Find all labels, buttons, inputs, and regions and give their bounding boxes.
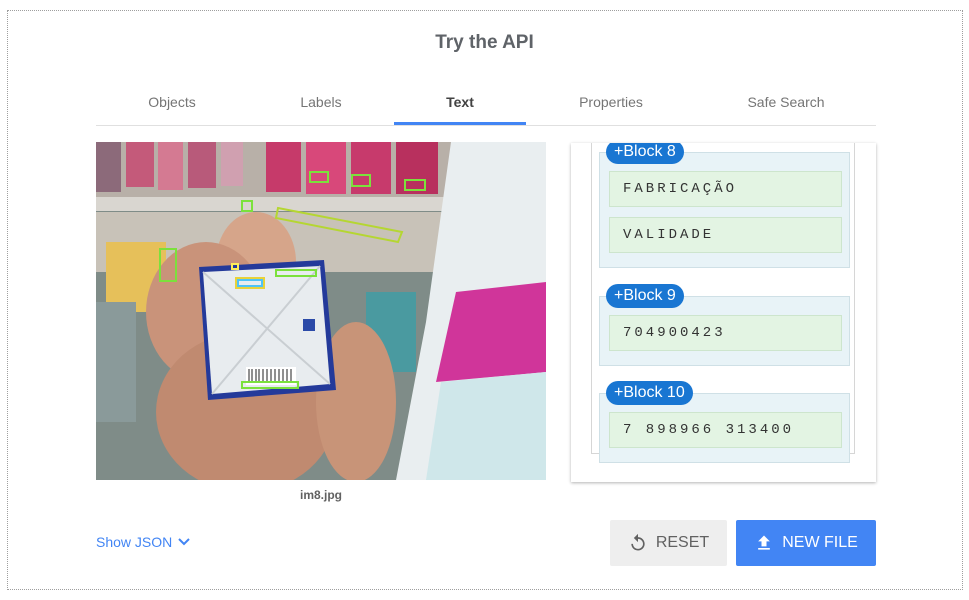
- show-json-toggle[interactable]: Show JSON: [96, 534, 192, 550]
- text-results-panel[interactable]: FABRICAÇÃO VALIDADE +Block 8 704900423 +…: [571, 143, 876, 482]
- chevron-down-icon: [178, 538, 190, 546]
- block-9-label[interactable]: +Block 9: [606, 284, 684, 308]
- reset-label: RESET: [655, 534, 710, 551]
- page-title: Try the API: [435, 32, 534, 53]
- tab-safe-search[interactable]: Safe Search: [706, 94, 866, 126]
- word-item: VALIDADE: [609, 217, 842, 253]
- text-block-8: FABRICAÇÃO VALIDADE: [599, 152, 850, 268]
- tab-objects[interactable]: Objects: [96, 94, 248, 126]
- tab-properties[interactable]: Properties: [536, 94, 686, 126]
- word-item: 7 898966 313400: [609, 412, 842, 448]
- word-item: FABRICAÇÃO: [609, 171, 842, 207]
- show-json-label: Show JSON: [96, 534, 173, 550]
- tab-labels[interactable]: Labels: [246, 94, 396, 126]
- new-file-button[interactable]: NEW FILE: [736, 520, 876, 566]
- image-filename: im8.jpg: [299, 488, 342, 502]
- word-item: 704900423: [609, 315, 842, 351]
- new-file-label: NEW FILE: [782, 534, 858, 551]
- reset-button[interactable]: RESET: [610, 520, 727, 566]
- reset-icon: [631, 533, 645, 551]
- block-8-label[interactable]: +Block 8: [606, 143, 684, 164]
- upload-icon: [758, 535, 771, 550]
- tab-bar: Objects Labels Text Properties Safe Sear…: [96, 84, 876, 126]
- block-10-label[interactable]: +Block 10: [606, 381, 693, 405]
- active-tab-indicator: [394, 122, 526, 125]
- uploaded-image: [96, 142, 546, 480]
